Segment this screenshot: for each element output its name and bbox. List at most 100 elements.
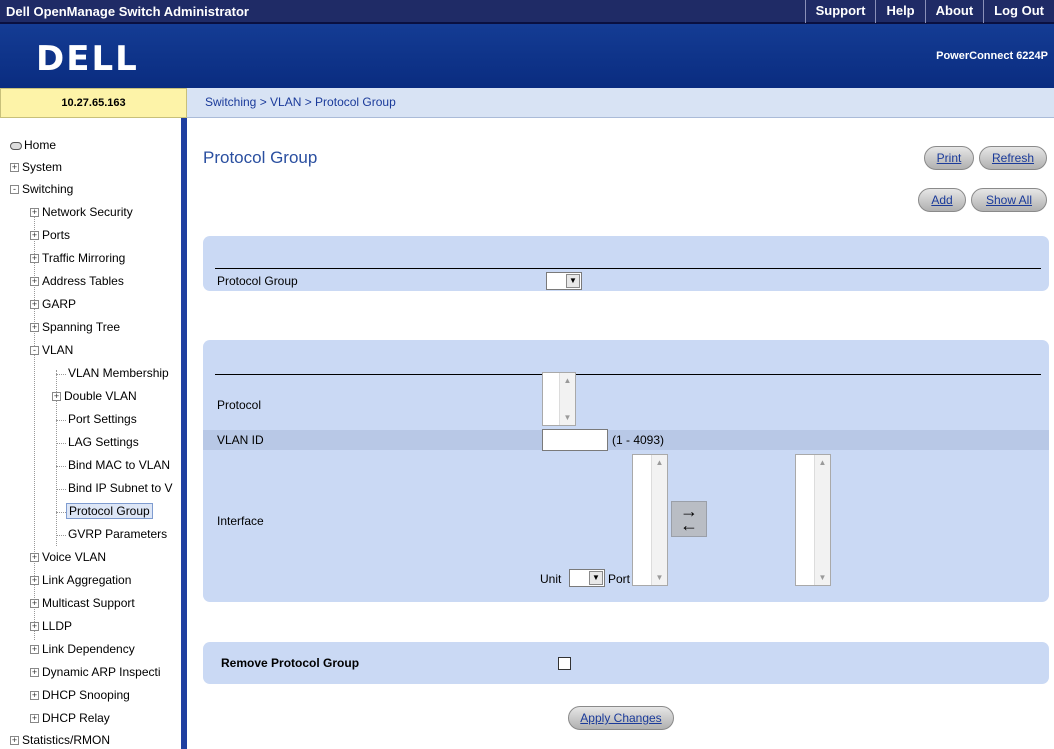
sidebar-item-dhcp-snooping[interactable]: + DHCP Snooping — [30, 688, 130, 702]
sidebar-item-lldp[interactable]: + LLDP — [30, 619, 72, 633]
sidebar-item-system[interactable]: + System — [10, 160, 62, 174]
sidebar-item-bind-mac-to-vlan[interactable]: Bind MAC to VLAN — [68, 458, 170, 472]
sidebar-item-label: Bind MAC to VLAN — [68, 458, 171, 472]
scroll-up-icon[interactable]: ▲ — [560, 373, 575, 388]
sidebar-item-label: Statistics/RMON — [22, 733, 111, 747]
sidebar-item-label: Multicast Support — [42, 596, 135, 610]
sidebar-item-voice-vlan[interactable]: + Voice VLAN — [30, 550, 106, 564]
expand-icon[interactable]: + — [30, 300, 39, 310]
add-button[interactable]: Add — [918, 188, 966, 212]
scroll-up-icon[interactable]: ▲ — [815, 455, 830, 470]
expand-icon[interactable]: + — [10, 163, 19, 173]
vlan-id-label: VLAN ID — [217, 433, 264, 447]
about-link[interactable]: About — [924, 0, 984, 23]
apply-changes-button[interactable]: Apply Changes — [568, 706, 674, 730]
sidebar-item-switching[interactable]: - Switching — [10, 182, 73, 196]
scroll-down-icon[interactable]: ▼ — [560, 410, 575, 425]
swap-arrows-icon[interactable]: → ← — [671, 501, 707, 537]
collapse-icon[interactable]: - — [10, 185, 19, 195]
sidebar-item-label: Bind IP Subnet to V — [68, 481, 173, 495]
expand-icon[interactable]: + — [30, 553, 39, 563]
scroll-up-icon[interactable]: ▲ — [652, 455, 667, 470]
sidebar-item-label: System — [22, 160, 63, 174]
protocol-group-select[interactable]: ▼ — [546, 272, 582, 290]
expand-icon[interactable]: + — [30, 691, 39, 701]
sidebar-item-protocol-group[interactable]: Protocol Group — [66, 503, 153, 519]
sidebar-item-label: VLAN — [42, 343, 74, 357]
sidebar-item-address-tables[interactable]: + Address Tables — [30, 274, 124, 288]
remove-protocol-group-checkbox[interactable] — [558, 657, 571, 670]
sidebar-item-statistics-rmon[interactable]: + Statistics/RMON — [10, 733, 110, 747]
main-content: Protocol Group Print Refresh Add Show Al… — [193, 118, 1054, 749]
top-bar: Dell OpenManage Switch Administrator Sup… — [0, 0, 1054, 24]
sidebar-item-dhcp-relay[interactable]: + DHCP Relay — [30, 711, 110, 725]
sidebar-item-label: VLAN Membership — [68, 366, 169, 380]
interface-available-listbox[interactable]: ▲ ▼ — [632, 454, 668, 586]
expand-icon[interactable]: + — [30, 576, 39, 586]
expand-icon[interactable]: + — [30, 599, 39, 609]
sidebar-item-lag-settings[interactable]: LAG Settings — [68, 435, 139, 449]
expand-icon[interactable]: + — [30, 668, 39, 678]
tree-connector — [56, 443, 66, 444]
expand-icon[interactable]: + — [30, 277, 39, 287]
sidebar-tree: Home + System - Switching + Network Securit… — [0, 118, 187, 749]
sidebar-item-traffic-mirroring[interactable]: + Traffic Mirroring — [30, 251, 125, 265]
sidebar-item-home[interactable]: Home — [10, 138, 56, 152]
remove-panel: Remove Protocol Group — [203, 642, 1049, 684]
expand-icon[interactable]: + — [30, 645, 39, 655]
sidebar-item-label: Dynamic ARP Inspecti — [42, 665, 161, 679]
sidebar-item-network-security[interactable]: + Network Security — [30, 205, 133, 219]
expand-icon[interactable]: + — [30, 714, 39, 724]
expand-icon[interactable]: + — [30, 231, 39, 241]
breadcrumb[interactable]: Switching > VLAN > Protocol Group — [187, 88, 1054, 118]
expand-icon[interactable]: + — [30, 208, 39, 218]
expand-icon[interactable]: + — [30, 254, 39, 264]
sidebar-item-vlan-membership[interactable]: VLAN Membership — [68, 366, 169, 380]
protocol-label: Protocol — [217, 398, 262, 412]
scroll-down-icon[interactable]: ▼ — [652, 570, 667, 585]
scrollbar[interactable]: ▲ ▼ — [559, 373, 575, 425]
sidebar-item-port-settings[interactable]: Port Settings — [68, 412, 137, 426]
sidebar-item-label: LLDP — [42, 619, 73, 633]
support-link[interactable]: Support — [804, 0, 876, 23]
expand-icon[interactable]: + — [30, 323, 39, 333]
expand-icon[interactable]: + — [30, 622, 39, 632]
scroll-down-icon[interactable]: ▼ — [815, 570, 830, 585]
sidebar-item-spanning-tree[interactable]: + Spanning Tree — [30, 320, 120, 334]
expand-icon[interactable]: + — [10, 736, 19, 746]
show-all-button[interactable]: Show All — [971, 188, 1047, 212]
help-link[interactable]: Help — [875, 0, 924, 23]
sidebar-item-gvrp-parameters[interactable]: GVRP Parameters — [68, 527, 167, 541]
tree-connector — [56, 489, 66, 490]
sidebar-item-garp[interactable]: + GARP — [30, 297, 76, 311]
sidebar-item-vlan[interactable]: - VLAN — [30, 343, 73, 357]
unit-select[interactable]: ▼ — [569, 569, 605, 587]
print-button[interactable]: Print — [924, 146, 974, 170]
banner: DELL PowerConnect 6224P — [0, 24, 1054, 88]
expand-icon[interactable]: + — [52, 392, 61, 402]
sidebar-item-label: Network Security — [42, 205, 133, 219]
sidebar-item-ports[interactable]: + Ports — [30, 228, 70, 242]
sidebar-item-label: DHCP Snooping — [42, 688, 130, 702]
sidebar-item-link-aggregation[interactable]: + Link Aggregation — [30, 573, 131, 587]
sidebar-item-label: Link Aggregation — [42, 573, 132, 587]
tree-connector — [56, 512, 66, 513]
collapse-icon[interactable]: - — [30, 346, 39, 356]
chevron-down-icon: ▼ — [566, 274, 580, 288]
dell-logo: DELL — [36, 39, 139, 79]
sidebar-item-link-dependency[interactable]: + Link Dependency — [30, 642, 135, 656]
sidebar-item-label: Double VLAN — [64, 389, 137, 403]
chevron-down-icon: ▼ — [589, 571, 603, 585]
sidebar-item-double-vlan[interactable]: + Double VLAN — [52, 389, 137, 403]
sidebar-item-label: Protocol Group — [69, 504, 150, 518]
refresh-button[interactable]: Refresh — [979, 146, 1047, 170]
sidebar-item-dynamic-arp-inspection[interactable]: + Dynamic ARP Inspecti — [30, 665, 161, 679]
logout-link[interactable]: Log Out — [983, 0, 1054, 23]
sidebar-item-multicast-support[interactable]: + Multicast Support — [30, 596, 135, 610]
protocol-listbox[interactable]: ▲ ▼ — [542, 372, 576, 426]
scrollbar[interactable]: ▲ ▼ — [651, 455, 667, 585]
vlan-id-input[interactable] — [542, 429, 608, 451]
scrollbar[interactable]: ▲ ▼ — [814, 455, 830, 585]
sidebar-item-bind-ip-subnet[interactable]: Bind IP Subnet to V — [68, 481, 173, 495]
interface-selected-listbox[interactable]: ▲ ▼ — [795, 454, 831, 586]
